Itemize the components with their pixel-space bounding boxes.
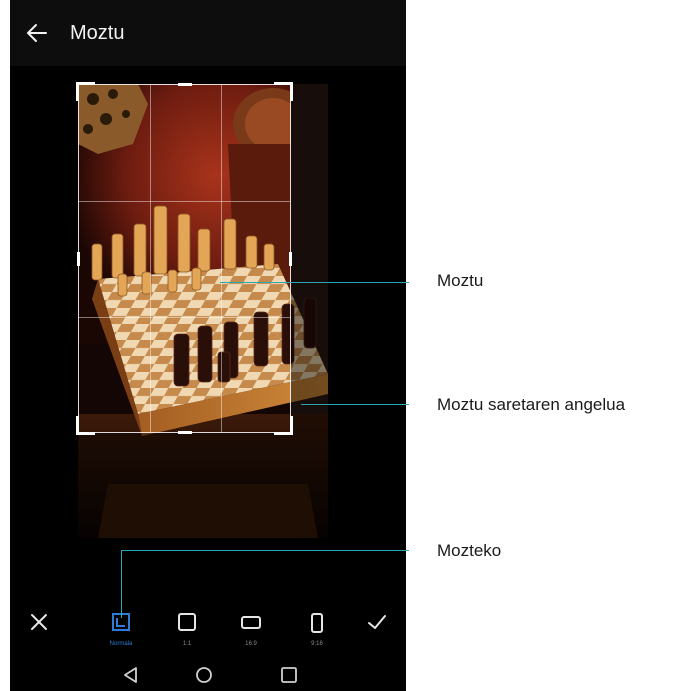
nav-back-icon[interactable] xyxy=(120,664,142,686)
crop-corner-bottom-right[interactable] xyxy=(274,416,293,435)
callout-label-crop: Moztu xyxy=(437,271,484,290)
cancel-button[interactable] xyxy=(14,596,64,652)
page-title: Moztu xyxy=(70,22,125,44)
crop-edge-top[interactable] xyxy=(178,83,192,86)
ratio-1-1-button[interactable]: 1:1 xyxy=(162,596,212,652)
ratio-label: 16:9 xyxy=(245,641,257,647)
ratio-label: Normala xyxy=(109,641,133,647)
grid-line xyxy=(150,85,151,432)
phone-screen: Moztu Normala 1:1 16:9 9:16 xyxy=(10,0,406,691)
callout-line-crop-modes xyxy=(121,550,409,551)
crop-corner-bottom-left[interactable] xyxy=(76,416,95,435)
portrait-ratio-icon xyxy=(311,613,323,633)
arrow-left-icon[interactable] xyxy=(24,20,50,46)
ratio-label: 1:1 xyxy=(182,641,192,647)
square-ratio-icon xyxy=(178,613,196,631)
callout-line-crop-corner xyxy=(301,404,409,405)
crop-toolbar: Normala 1:1 16:9 9:16 xyxy=(10,596,406,656)
callout-line-crop xyxy=(220,282,409,283)
crop-edge-right[interactable] xyxy=(289,252,292,266)
confirm-button[interactable] xyxy=(352,596,402,652)
crop-box[interactable] xyxy=(76,82,293,435)
check-icon xyxy=(368,615,386,629)
grid-line xyxy=(79,201,290,202)
nav-recents-icon[interactable] xyxy=(278,664,300,686)
ratio-16-9-button[interactable]: 16:9 xyxy=(226,596,276,652)
crop-corner-top-left[interactable] xyxy=(76,82,95,101)
ratio-label: 9:16 xyxy=(311,641,323,647)
grid-line xyxy=(221,85,222,432)
grid-line xyxy=(79,317,290,318)
top-app-bar: Moztu xyxy=(10,0,406,66)
system-nav-bar xyxy=(10,656,406,691)
crop-outside-shade xyxy=(78,433,291,538)
landscape-ratio-icon xyxy=(241,616,261,629)
crop-outside-shade xyxy=(291,84,328,538)
nav-home-icon[interactable] xyxy=(193,664,215,686)
callout-label-crop-modes: Mozteko xyxy=(437,541,502,560)
crop-edge-left[interactable] xyxy=(77,252,80,266)
crop-corner-top-right[interactable] xyxy=(274,82,293,101)
ratio-9-16-button[interactable]: 9:16 xyxy=(292,596,342,652)
callout-label-crop-corner: Moztu saretaren angelua xyxy=(437,395,626,414)
close-icon xyxy=(31,614,47,630)
callout-line-crop-modes xyxy=(121,550,122,618)
crop-edge-bottom[interactable] xyxy=(178,431,192,434)
